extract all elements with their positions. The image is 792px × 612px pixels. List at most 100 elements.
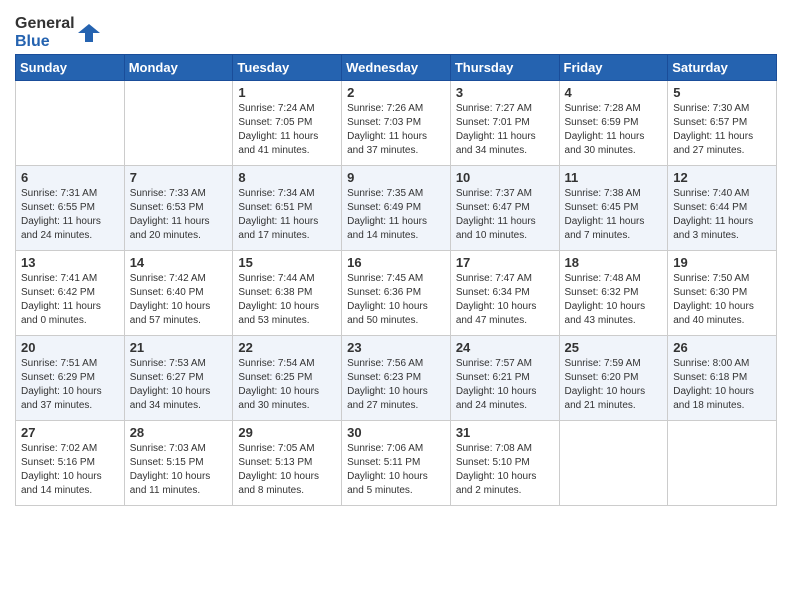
logo-general: General <box>15 15 75 33</box>
day-info: Sunrise: 8:00 AMSunset: 6:18 PMDaylight:… <box>673 357 771 413</box>
calendar-table: SundayMondayTuesdayWednesdayThursdayFrid… <box>15 54 777 506</box>
calendar-cell: 26 Sunrise: 8:00 AMSunset: 6:18 PMDayligh… <box>668 336 777 421</box>
calendar-cell: 16Sunrise: 7:45 AMSunset: 6:36 PMDayligh… <box>342 251 451 336</box>
calendar-cell: 13 Sunrise: 7:41 AMSunset: 6:42 PMDayligh… <box>16 251 125 336</box>
day-info: Sunrise: 7:40 AMSunset: 6:44 PMDaylight:… <box>673 187 771 243</box>
calendar-cell: 2 Sunrise: 7:26 AMSunset: 7:03 PMDaylight… <box>342 81 451 166</box>
day-number: 12 <box>673 170 771 185</box>
calendar-cell: 14 Sunrise: 7:42 AMSunset: 6:40 PMDayligh… <box>124 251 233 336</box>
day-number: 22 <box>238 340 336 355</box>
day-info: Sunrise: 7:03 AMSunset: 5:15 PMDaylight:… <box>130 442 228 498</box>
calendar-cell: 27 Sunrise: 7:02 AMSunset: 5:16 PMDayligh… <box>16 421 125 506</box>
day-info: Sunrise: 7:57 AMSunset: 6:21 PMDaylight:… <box>456 357 554 413</box>
calendar-week-5: 27 Sunrise: 7:02 AMSunset: 5:16 PMDayligh… <box>16 421 777 506</box>
weekday-header-wednesday: Wednesday <box>342 55 451 81</box>
weekday-header-friday: Friday <box>559 55 668 81</box>
logo-bird-icon <box>78 22 100 44</box>
calendar-cell: 28 Sunrise: 7:03 AMSunset: 5:15 PMDayligh… <box>124 421 233 506</box>
weekday-header-saturday: Saturday <box>668 55 777 81</box>
day-number: 6 <box>21 170 119 185</box>
day-info: Sunrise: 7:26 AMSunset: 7:03 PMDaylight:… <box>347 102 445 158</box>
calendar-cell: 5 Sunrise: 7:30 AMSunset: 6:57 PMDaylight… <box>668 81 777 166</box>
calendar-cell: 15 Sunrise: 7:44 AMSunset: 6:38 PMDayligh… <box>233 251 342 336</box>
day-number: 15 <box>238 255 336 270</box>
calendar-cell: 11 Sunrise: 7:38 AMSunset: 6:45 PMDayligh… <box>559 166 668 251</box>
calendar-week-4: 20 Sunrise: 7:51 AMSunset: 6:29 PMDayligh… <box>16 336 777 421</box>
day-number: 28 <box>130 425 228 440</box>
day-info: Sunrise: 7:02 AMSunset: 5:16 PMDaylight:… <box>21 442 119 498</box>
calendar-cell <box>559 421 668 506</box>
day-number: 10 <box>456 170 554 185</box>
day-number: 7 <box>130 170 228 185</box>
calendar-cell: 25 Sunrise: 7:59 AMSunset: 6:20 PMDayligh… <box>559 336 668 421</box>
calendar-week-3: 13 Sunrise: 7:41 AMSunset: 6:42 PMDayligh… <box>16 251 777 336</box>
day-info: Sunrise: 7:24 AMSunset: 7:05 PMDaylight:… <box>238 102 336 158</box>
day-info: Sunrise: 7:42 AMSunset: 6:40 PMDaylight:… <box>130 272 228 328</box>
day-number: 23 <box>347 340 445 355</box>
calendar-cell: 24 Sunrise: 7:57 AMSunset: 6:21 PMDayligh… <box>450 336 559 421</box>
day-number: 17 <box>456 255 554 270</box>
day-info: Sunrise: 7:27 AMSunset: 7:01 PMDaylight:… <box>456 102 554 158</box>
day-number: 11 <box>565 170 663 185</box>
calendar-cell <box>124 81 233 166</box>
day-info: Sunrise: 7:38 AMSunset: 6:45 PMDaylight:… <box>565 187 663 243</box>
day-info: Sunrise: 7:37 AMSunset: 6:47 PMDaylight:… <box>456 187 554 243</box>
day-info: Sunrise: 7:08 AMSunset: 5:10 PMDaylight:… <box>456 442 554 498</box>
calendar-cell: 6Sunrise: 7:31 AMSunset: 6:55 PMDaylight… <box>16 166 125 251</box>
day-info: Sunrise: 7:51 AMSunset: 6:29 PMDaylight:… <box>21 357 119 413</box>
day-number: 8 <box>238 170 336 185</box>
day-info: Sunrise: 7:44 AMSunset: 6:38 PMDaylight:… <box>238 272 336 328</box>
day-info: Sunrise: 7:30 AMSunset: 6:57 PMDaylight:… <box>673 102 771 158</box>
calendar-cell: 10 Sunrise: 7:37 AMSunset: 6:47 PMDayligh… <box>450 166 559 251</box>
day-info: Sunrise: 7:28 AMSunset: 6:59 PMDaylight:… <box>565 102 663 158</box>
calendar-cell: 19 Sunrise: 7:50 AMSunset: 6:30 PMDayligh… <box>668 251 777 336</box>
day-info: Sunrise: 7:05 AMSunset: 5:13 PMDaylight:… <box>238 442 336 498</box>
calendar-cell: 22 Sunrise: 7:54 AMSunset: 6:25 PMDayligh… <box>233 336 342 421</box>
weekday-header-monday: Monday <box>124 55 233 81</box>
day-number: 14 <box>130 255 228 270</box>
day-info: Sunrise: 7:47 AMSunset: 6:34 PMDaylight:… <box>456 272 554 328</box>
calendar-week-2: 6Sunrise: 7:31 AMSunset: 6:55 PMDaylight… <box>16 166 777 251</box>
day-number: 21 <box>130 340 228 355</box>
day-info: Sunrise: 7:34 AMSunset: 6:51 PMDaylight:… <box>238 187 336 243</box>
day-number: 20 <box>21 340 119 355</box>
weekday-header-sunday: Sunday <box>16 55 125 81</box>
day-info: Sunrise: 7:06 AMSunset: 5:11 PMDaylight:… <box>347 442 445 498</box>
day-number: 18 <box>565 255 663 270</box>
day-number: 5 <box>673 85 771 100</box>
day-number: 27 <box>21 425 119 440</box>
day-number: 19 <box>673 255 771 270</box>
calendar-cell: 30 Sunrise: 7:06 AMSunset: 5:11 PMDayligh… <box>342 421 451 506</box>
calendar-cell: 7 Sunrise: 7:33 AMSunset: 6:53 PMDaylight… <box>124 166 233 251</box>
day-info: Sunrise: 7:56 AMSunset: 6:23 PMDaylight:… <box>347 357 445 413</box>
calendar-cell <box>668 421 777 506</box>
weekday-header-tuesday: Tuesday <box>233 55 342 81</box>
day-info: Sunrise: 7:33 AMSunset: 6:53 PMDaylight:… <box>130 187 228 243</box>
day-info: Sunrise: 7:35 AMSunset: 6:49 PMDaylight:… <box>347 187 445 243</box>
day-number: 31 <box>456 425 554 440</box>
logo-blue: Blue <box>15 33 75 51</box>
calendar-cell: 4Sunrise: 7:28 AMSunset: 6:59 PMDaylight… <box>559 81 668 166</box>
day-number: 2 <box>347 85 445 100</box>
day-number: 29 <box>238 425 336 440</box>
day-number: 30 <box>347 425 445 440</box>
calendar-cell: 21Sunrise: 7:53 AMSunset: 6:27 PMDayligh… <box>124 336 233 421</box>
day-number: 16 <box>347 255 445 270</box>
day-info: Sunrise: 7:50 AMSunset: 6:30 PMDaylight:… <box>673 272 771 328</box>
calendar-cell: 29 Sunrise: 7:05 AMSunset: 5:13 PMDayligh… <box>233 421 342 506</box>
page-header: General Blue <box>15 10 777 50</box>
day-number: 25 <box>565 340 663 355</box>
calendar-cell: 9 Sunrise: 7:35 AMSunset: 6:49 PMDaylight… <box>342 166 451 251</box>
day-number: 13 <box>21 255 119 270</box>
day-number: 24 <box>456 340 554 355</box>
calendar-cell: 18 Sunrise: 7:48 AMSunset: 6:32 PMDayligh… <box>559 251 668 336</box>
day-info: Sunrise: 7:48 AMSunset: 6:32 PMDaylight:… <box>565 272 663 328</box>
day-info: Sunrise: 7:59 AMSunset: 6:20 PMDaylight:… <box>565 357 663 413</box>
day-number: 9 <box>347 170 445 185</box>
calendar-cell: 23 Sunrise: 7:56 AMSunset: 6:23 PMDayligh… <box>342 336 451 421</box>
calendar-cell: 31 Sunrise: 7:08 AMSunset: 5:10 PMDayligh… <box>450 421 559 506</box>
day-info: Sunrise: 7:54 AMSunset: 6:25 PMDaylight:… <box>238 357 336 413</box>
day-info: Sunrise: 7:41 AMSunset: 6:42 PMDaylight:… <box>21 272 119 328</box>
calendar-cell: 12 Sunrise: 7:40 AMSunset: 6:44 PMDayligh… <box>668 166 777 251</box>
day-number: 26 <box>673 340 771 355</box>
